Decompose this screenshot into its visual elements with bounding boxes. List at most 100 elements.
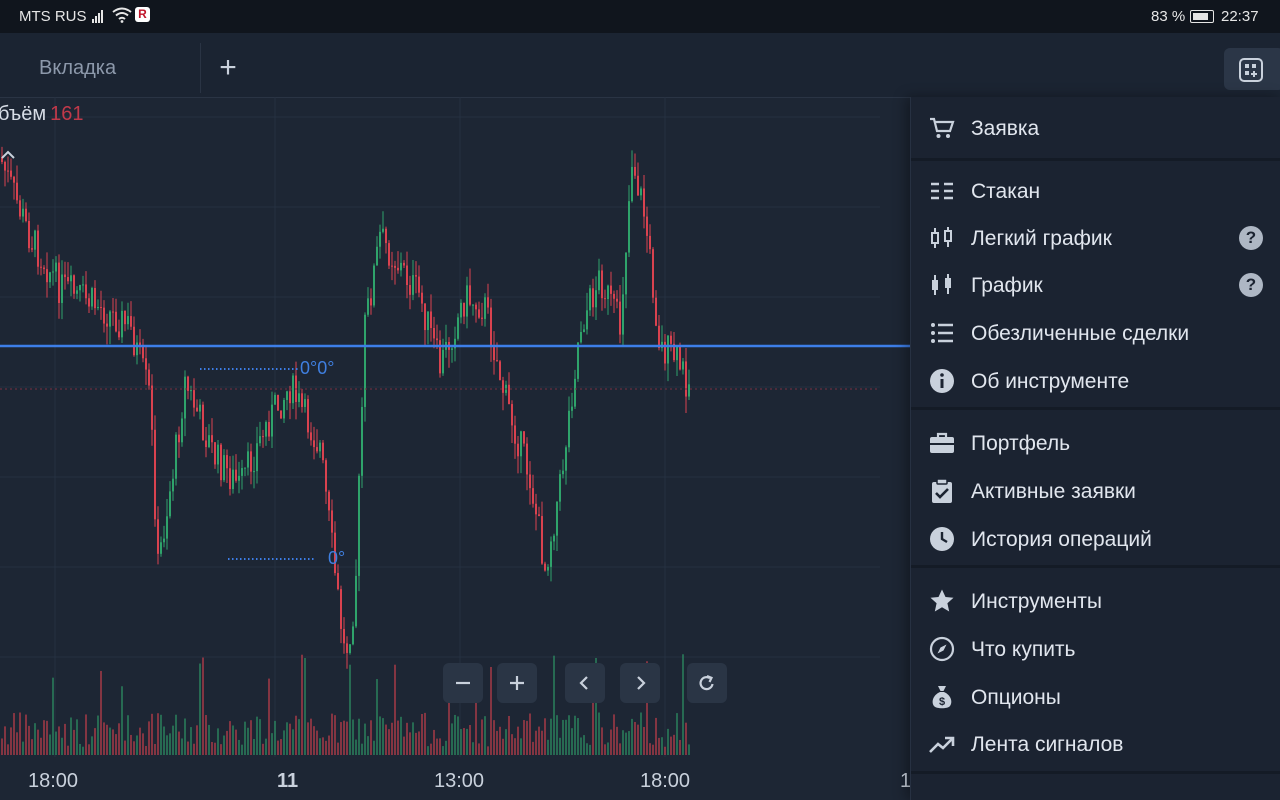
- candle-body: [256, 443, 258, 472]
- volume-bar: [34, 723, 36, 755]
- volume-bar: [367, 736, 369, 755]
- chevron-left-icon: [579, 676, 588, 690]
- menu-divider: [911, 565, 1280, 568]
- volume-bar: [358, 718, 360, 755]
- volume-bar: [373, 740, 375, 755]
- volume-bar: [79, 743, 81, 755]
- volume-bar: [490, 666, 492, 755]
- volume-bar: [73, 729, 75, 755]
- volume-bar: [229, 721, 231, 755]
- menu-item-signals-feed[interactable]: Лента сигналов: [911, 721, 1280, 767]
- help-icon[interactable]: ?: [1239, 226, 1263, 250]
- menu-item-instrument-info[interactable]: Об инструменте: [911, 358, 1280, 404]
- candle-body: [172, 478, 174, 492]
- volume-bar: [256, 716, 258, 755]
- candle-body: [208, 435, 210, 448]
- menu-item-what-to-buy[interactable]: Что купить: [911, 626, 1280, 672]
- scroll-left-button[interactable]: [565, 663, 605, 703]
- candle-body: [364, 314, 366, 407]
- volume-bar: [184, 718, 186, 755]
- candle-body: [382, 228, 384, 232]
- volume-bar: [232, 725, 234, 755]
- volume-bar: [520, 738, 522, 755]
- candle-body: [442, 349, 444, 374]
- menu-item-operations-history[interactable]: История операций: [911, 516, 1280, 562]
- menu-divider: [911, 771, 1280, 774]
- volume-bar: [7, 744, 9, 755]
- volume-bar: [454, 714, 456, 755]
- menu-item-order-book[interactable]: Стакан: [911, 168, 1280, 214]
- candle-body: [679, 345, 681, 370]
- candle-body: [307, 399, 309, 433]
- menu-item-anonymous-trades[interactable]: Обезличенные сделки: [911, 310, 1280, 356]
- candle-body: [514, 425, 516, 444]
- volume-bar: [523, 720, 525, 755]
- zoom-in-button[interactable]: [497, 663, 537, 703]
- collapse-indicator-button[interactable]: [0, 142, 26, 168]
- candle-body: [577, 342, 579, 379]
- candle-body: [583, 329, 585, 332]
- volume-bar: [649, 743, 651, 755]
- volume-bar: [100, 670, 102, 755]
- volume-bar: [430, 743, 432, 755]
- candle-body: [178, 434, 180, 443]
- volume-bar: [349, 664, 351, 755]
- candle-body: [649, 235, 651, 250]
- add-widget-button[interactable]: [1224, 48, 1280, 90]
- candle-body: [322, 442, 324, 461]
- volume-bar: [634, 721, 636, 755]
- menu-item-instruments[interactable]: Инструменты: [911, 578, 1280, 624]
- volume-bar: [10, 727, 12, 755]
- volume-bar: [355, 739, 357, 755]
- candle-body: [316, 447, 318, 452]
- volume-bar: [517, 726, 519, 755]
- candle-body: [352, 626, 354, 645]
- candle-body: [7, 170, 9, 172]
- candle-body: [655, 297, 657, 326]
- reset-chart-button[interactable]: [687, 663, 727, 703]
- status-bar: MTS RUS R 83 % 22:37: [0, 0, 1280, 33]
- briefcase-icon: [930, 432, 954, 453]
- zoom-out-button[interactable]: [443, 663, 483, 703]
- menu-item-light-chart[interactable]: Легкий график ?: [911, 215, 1280, 261]
- candle-body: [433, 328, 435, 339]
- candle-body: [358, 475, 360, 576]
- tab-vkladka[interactable]: Вкладка: [0, 43, 201, 93]
- volume-bar: [247, 727, 249, 755]
- scroll-right-button[interactable]: [620, 663, 660, 703]
- candle-body: [616, 298, 618, 302]
- volume-bar: [481, 719, 483, 755]
- volume-bar: [352, 719, 354, 755]
- volume-bar: [208, 724, 210, 755]
- volume-bar: [637, 724, 639, 755]
- candle-body: [163, 538, 165, 543]
- candle-body: [346, 643, 348, 653]
- menu-item-label: Инструменты: [971, 590, 1102, 613]
- candle-body: [589, 288, 591, 311]
- candle-body: [619, 301, 621, 335]
- candle-body: [202, 404, 204, 441]
- menu-item-active-orders[interactable]: Активные заявки: [911, 468, 1280, 514]
- candle-body: [685, 361, 687, 397]
- volume-bar: [202, 657, 204, 755]
- candle-body: [25, 208, 27, 221]
- volume-bar: [16, 732, 18, 755]
- menu-item-label: Портфель: [971, 432, 1071, 455]
- candle-body: [46, 269, 48, 283]
- menu-item-order[interactable]: Заявка: [911, 105, 1280, 151]
- add-tab-button[interactable]: +: [212, 53, 244, 85]
- candle-body: [592, 288, 594, 308]
- candle-body: [259, 436, 261, 444]
- volume-bar: [289, 723, 291, 755]
- volume-bar: [667, 728, 669, 755]
- menu-item-chart[interactable]: График ?: [911, 262, 1280, 308]
- candle-body: [331, 510, 333, 533]
- menu-item-portfolio[interactable]: Портфель: [911, 420, 1280, 466]
- volume-bar: [40, 737, 42, 755]
- volume-bar: [205, 715, 207, 755]
- help-icon[interactable]: ?: [1239, 273, 1263, 297]
- volume-bar: [124, 740, 126, 755]
- volume-bar: [604, 744, 606, 755]
- menu-item-options[interactable]: $ Опционы: [911, 674, 1280, 720]
- candle-body: [64, 274, 66, 278]
